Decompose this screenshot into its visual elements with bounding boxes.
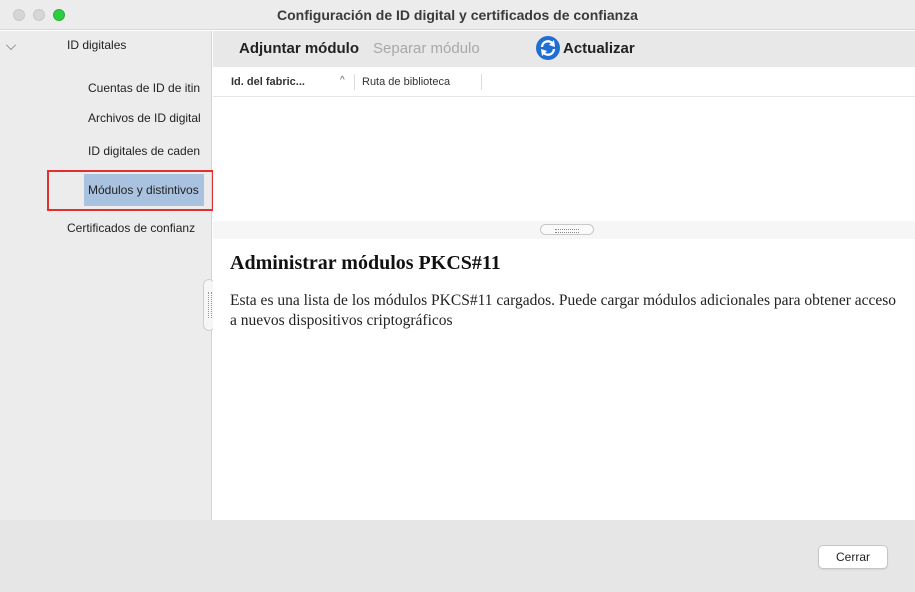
module-list[interactable] (213, 98, 915, 221)
footer: Cerrar (0, 520, 915, 592)
description-panel: Administrar módulos PKCS#11 Esta es una … (213, 239, 915, 520)
refresh-button[interactable]: Actualizar (563, 40, 635, 57)
annotation-highlight-box (47, 170, 214, 211)
sort-ascending-icon[interactable]: ^ (340, 75, 345, 86)
column-header-manufacturer-id[interactable]: Id. del fabric... (231, 76, 305, 88)
column-divider[interactable] (354, 74, 355, 90)
sidebar-item-digital-ids[interactable]: ID digitales (67, 38, 126, 52)
title-bar: Configuración de ID digital y certificad… (0, 0, 915, 30)
pane-splitter (213, 221, 915, 239)
detach-module-button[interactable]: Separar módulo (373, 40, 480, 57)
window-title: Configuración de ID digital y certificad… (277, 7, 638, 23)
toolbar: Adjuntar módulo Separar módulo Actualiza… (213, 31, 915, 67)
chevron-down-icon[interactable] (6, 40, 16, 50)
description-heading: Administrar módulos PKCS#11 (230, 252, 501, 274)
pane-resize-handle[interactable] (540, 224, 594, 235)
sidebar-item-roaming-accounts[interactable]: Cuentas de ID de itin (88, 81, 203, 95)
description-text: Esta es una lista de los módulos PKCS#11… (230, 292, 897, 329)
sidebar: ID digitales Cuentas de ID de itin Archi… (0, 31, 215, 520)
sidebar-item-trusted-certificates[interactable]: Certificados de confianz (67, 221, 204, 235)
sidebar-item-keychain-ids[interactable]: ID digitales de caden (88, 144, 203, 158)
table-header: Id. del fabric... ^ Ruta de biblioteca (213, 67, 915, 97)
sidebar-item-digital-id-files[interactable]: Archivos de ID digital (88, 111, 203, 125)
column-divider[interactable] (481, 74, 482, 90)
attach-module-button[interactable]: Adjuntar módulo (239, 40, 359, 57)
close-button[interactable]: Cerrar (818, 545, 888, 569)
column-header-library-path[interactable]: Ruta de biblioteca (362, 76, 450, 88)
refresh-icon[interactable] (534, 34, 562, 62)
